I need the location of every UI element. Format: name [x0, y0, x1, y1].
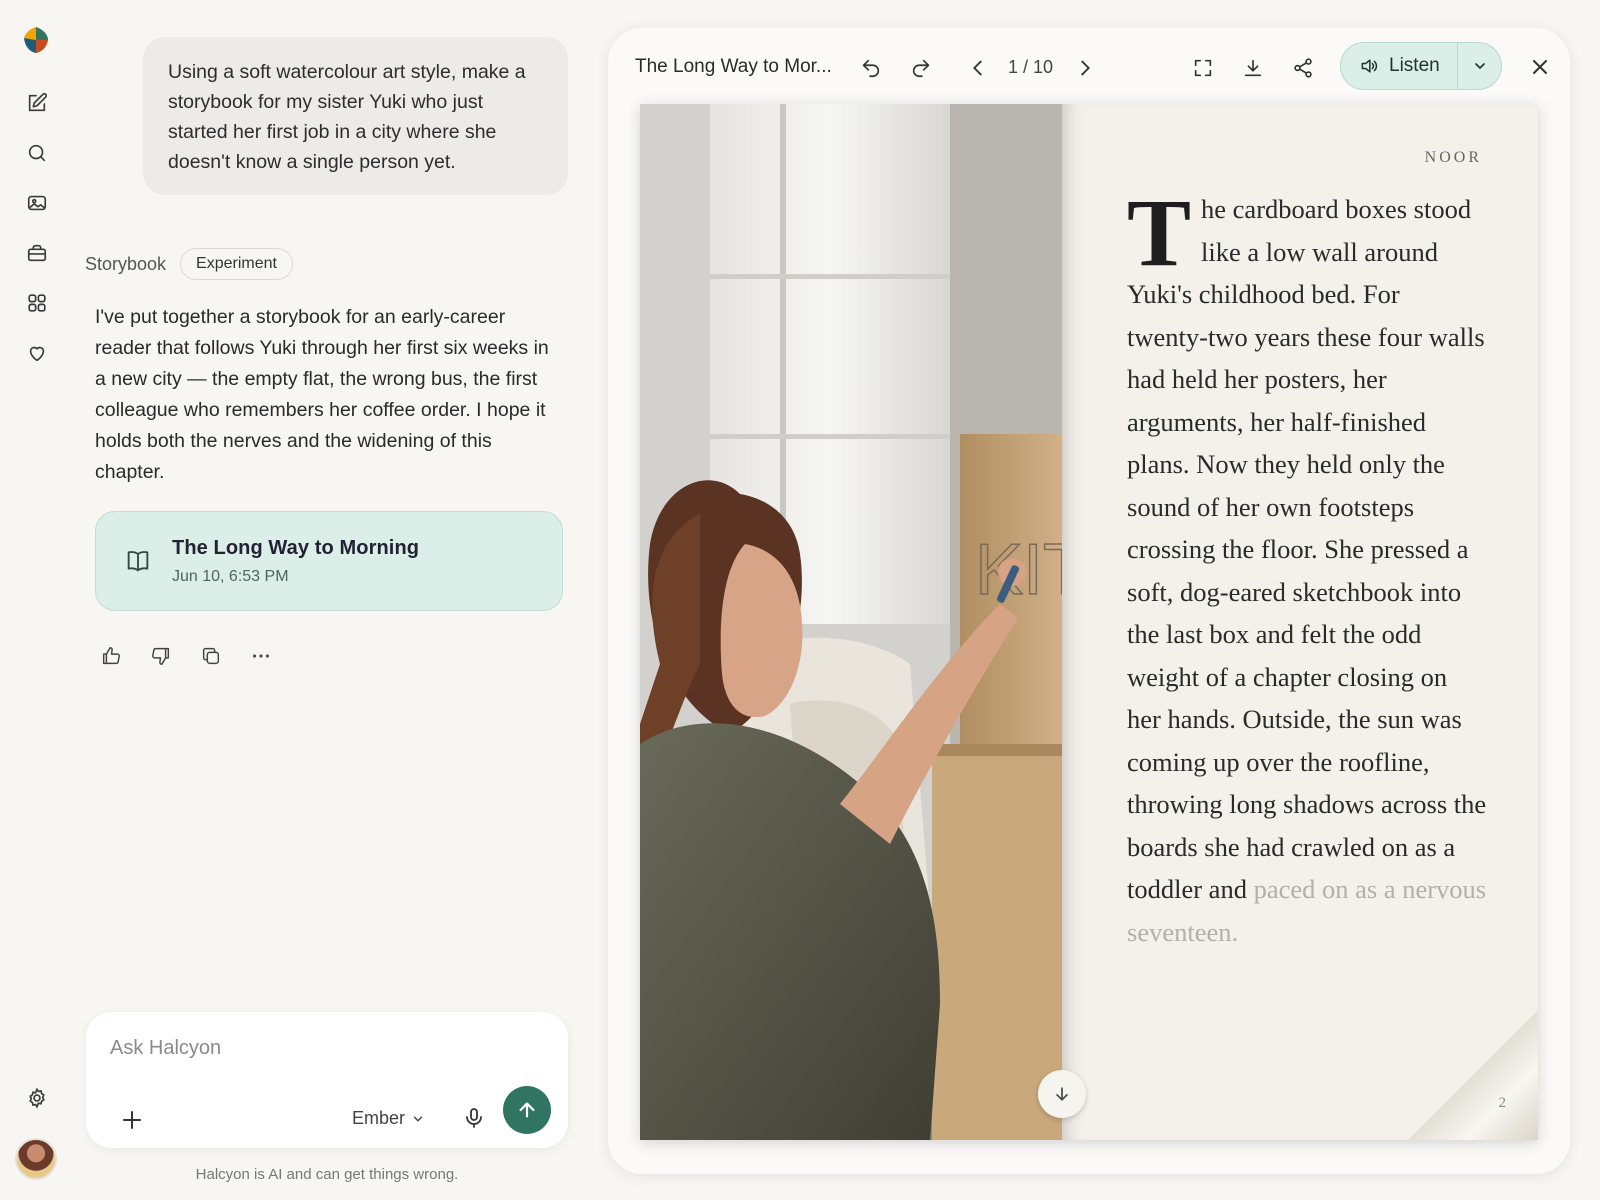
- storybook-date: Jun 10, 6:53 PM: [172, 567, 289, 585]
- page-indicator: 1 / 10: [1008, 57, 1054, 77]
- new-chat-button[interactable]: [22, 88, 52, 118]
- book-spread: KIT NOOR The cardboard boxes stood like …: [640, 104, 1538, 1140]
- more-button[interactable]: [250, 645, 274, 669]
- message-actions: [100, 645, 274, 669]
- search-button[interactable]: [22, 138, 52, 168]
- disclaimer: Halcyon is AI and can get things wrong.: [195, 1166, 459, 1183]
- page-number: 2: [1498, 1095, 1507, 1111]
- share-icon: [1294, 58, 1312, 78]
- arrow-up-icon: [519, 1102, 535, 1118]
- redo-button[interactable]: [908, 55, 934, 81]
- microphone-icon: [466, 1108, 482, 1128]
- copy-button[interactable]: [200, 645, 224, 669]
- avatar[interactable]: [15, 1138, 57, 1180]
- attach-button[interactable]: [120, 1108, 144, 1132]
- assistant-message: I've put together a storybook for an ear…: [95, 306, 549, 483]
- story-text: The cardboard boxes stood like a low wal…: [1127, 179, 1487, 953]
- storybook-title: The Long Way to Morning: [172, 536, 420, 559]
- model-name: Ember: [352, 1108, 406, 1128]
- more-icon: [253, 654, 269, 658]
- storybook-viewer: The Long Way to Mor... 1 / 10 Listen NOO…: [608, 28, 1570, 1174]
- viewer-toolbar: The Long Way to Mor... 1 / 10 Listen: [608, 28, 1570, 106]
- app-logo-icon[interactable]: [20, 24, 52, 56]
- thumbs-up-icon: [102, 647, 120, 665]
- edit-icon: [28, 92, 48, 112]
- undo-button[interactable]: [858, 55, 884, 81]
- thumbs-up-button[interactable]: [100, 645, 124, 669]
- story-body: he cardboard boxes stood like a low wall…: [1127, 194, 1487, 904]
- redo-icon: [912, 59, 930, 78]
- author-name: NOOR: [1424, 149, 1482, 166]
- images-button[interactable]: [22, 188, 52, 218]
- thumbs-down-button[interactable]: [150, 645, 174, 669]
- gear-icon: [29, 1087, 45, 1109]
- download-icon: [1244, 59, 1262, 77]
- chevron-down-icon: [1474, 63, 1485, 70]
- storybook-card[interactable]: The Long Way to Morning Jun 10, 6:53 PM: [95, 511, 563, 611]
- close-icon: [1533, 60, 1547, 74]
- chevron-left-icon: [973, 60, 982, 76]
- fullscreen-icon: [1194, 59, 1212, 77]
- chevron-down-icon: [413, 1116, 423, 1122]
- listen-label: Listen: [1389, 55, 1440, 76]
- speaker-icon: [1361, 59, 1378, 73]
- left-rail: [0, 0, 74, 1200]
- listen-button[interactable]: Listen: [1341, 43, 1457, 89]
- drop-cap: T: [1127, 179, 1192, 286]
- fullscreen-button[interactable]: [1190, 55, 1216, 81]
- projects-button[interactable]: [22, 238, 52, 268]
- previous-page-button[interactable]: [965, 55, 991, 81]
- settings-button[interactable]: [22, 1083, 52, 1113]
- listen-control: Listen: [1340, 42, 1502, 90]
- experiment-badge: Experiment: [180, 248, 293, 280]
- viewer-title: The Long Way to Mor...: [635, 56, 832, 77]
- search-icon: [28, 144, 46, 162]
- page-curl[interactable]: [1408, 1010, 1538, 1140]
- apps-button[interactable]: [22, 288, 52, 318]
- arrow-down-icon: [1056, 1087, 1068, 1101]
- close-viewer-button[interactable]: [1528, 55, 1552, 79]
- chat-input[interactable]: [110, 1034, 530, 1062]
- plus-icon: [123, 1111, 141, 1129]
- grid-icon: [28, 294, 46, 312]
- scroll-down-button[interactable]: [1038, 1070, 1086, 1118]
- illustration-art: KIT: [640, 104, 1062, 1140]
- story-illustration: KIT: [640, 104, 1062, 1140]
- briefcase-icon: [27, 244, 47, 262]
- copy-icon: [202, 647, 220, 665]
- listen-options-button[interactable]: [1458, 58, 1501, 74]
- story-page: NOOR The cardboard boxes stood like a lo…: [1038, 104, 1538, 1140]
- next-page-button[interactable]: [1072, 55, 1098, 81]
- favorites-button[interactable]: [22, 338, 52, 368]
- image-icon: [27, 195, 47, 211]
- heart-icon: [29, 346, 45, 362]
- tool-label: Storybook: [85, 253, 167, 274]
- user-message: Using a soft watercolour art style, make…: [143, 37, 568, 195]
- send-button[interactable]: [503, 1086, 551, 1134]
- thumbs-down-icon: [152, 647, 170, 665]
- undo-icon: [862, 59, 880, 78]
- chevron-right-icon: [1081, 60, 1090, 76]
- composer: Ember: [86, 1012, 568, 1148]
- download-button[interactable]: [1240, 55, 1266, 81]
- voice-input-button[interactable]: [462, 1106, 486, 1132]
- response-tags: Storybook Experiment: [85, 248, 293, 280]
- model-selector[interactable]: Ember: [352, 1108, 425, 1129]
- open-book-icon: [127, 551, 149, 572]
- share-button[interactable]: [1290, 55, 1316, 81]
